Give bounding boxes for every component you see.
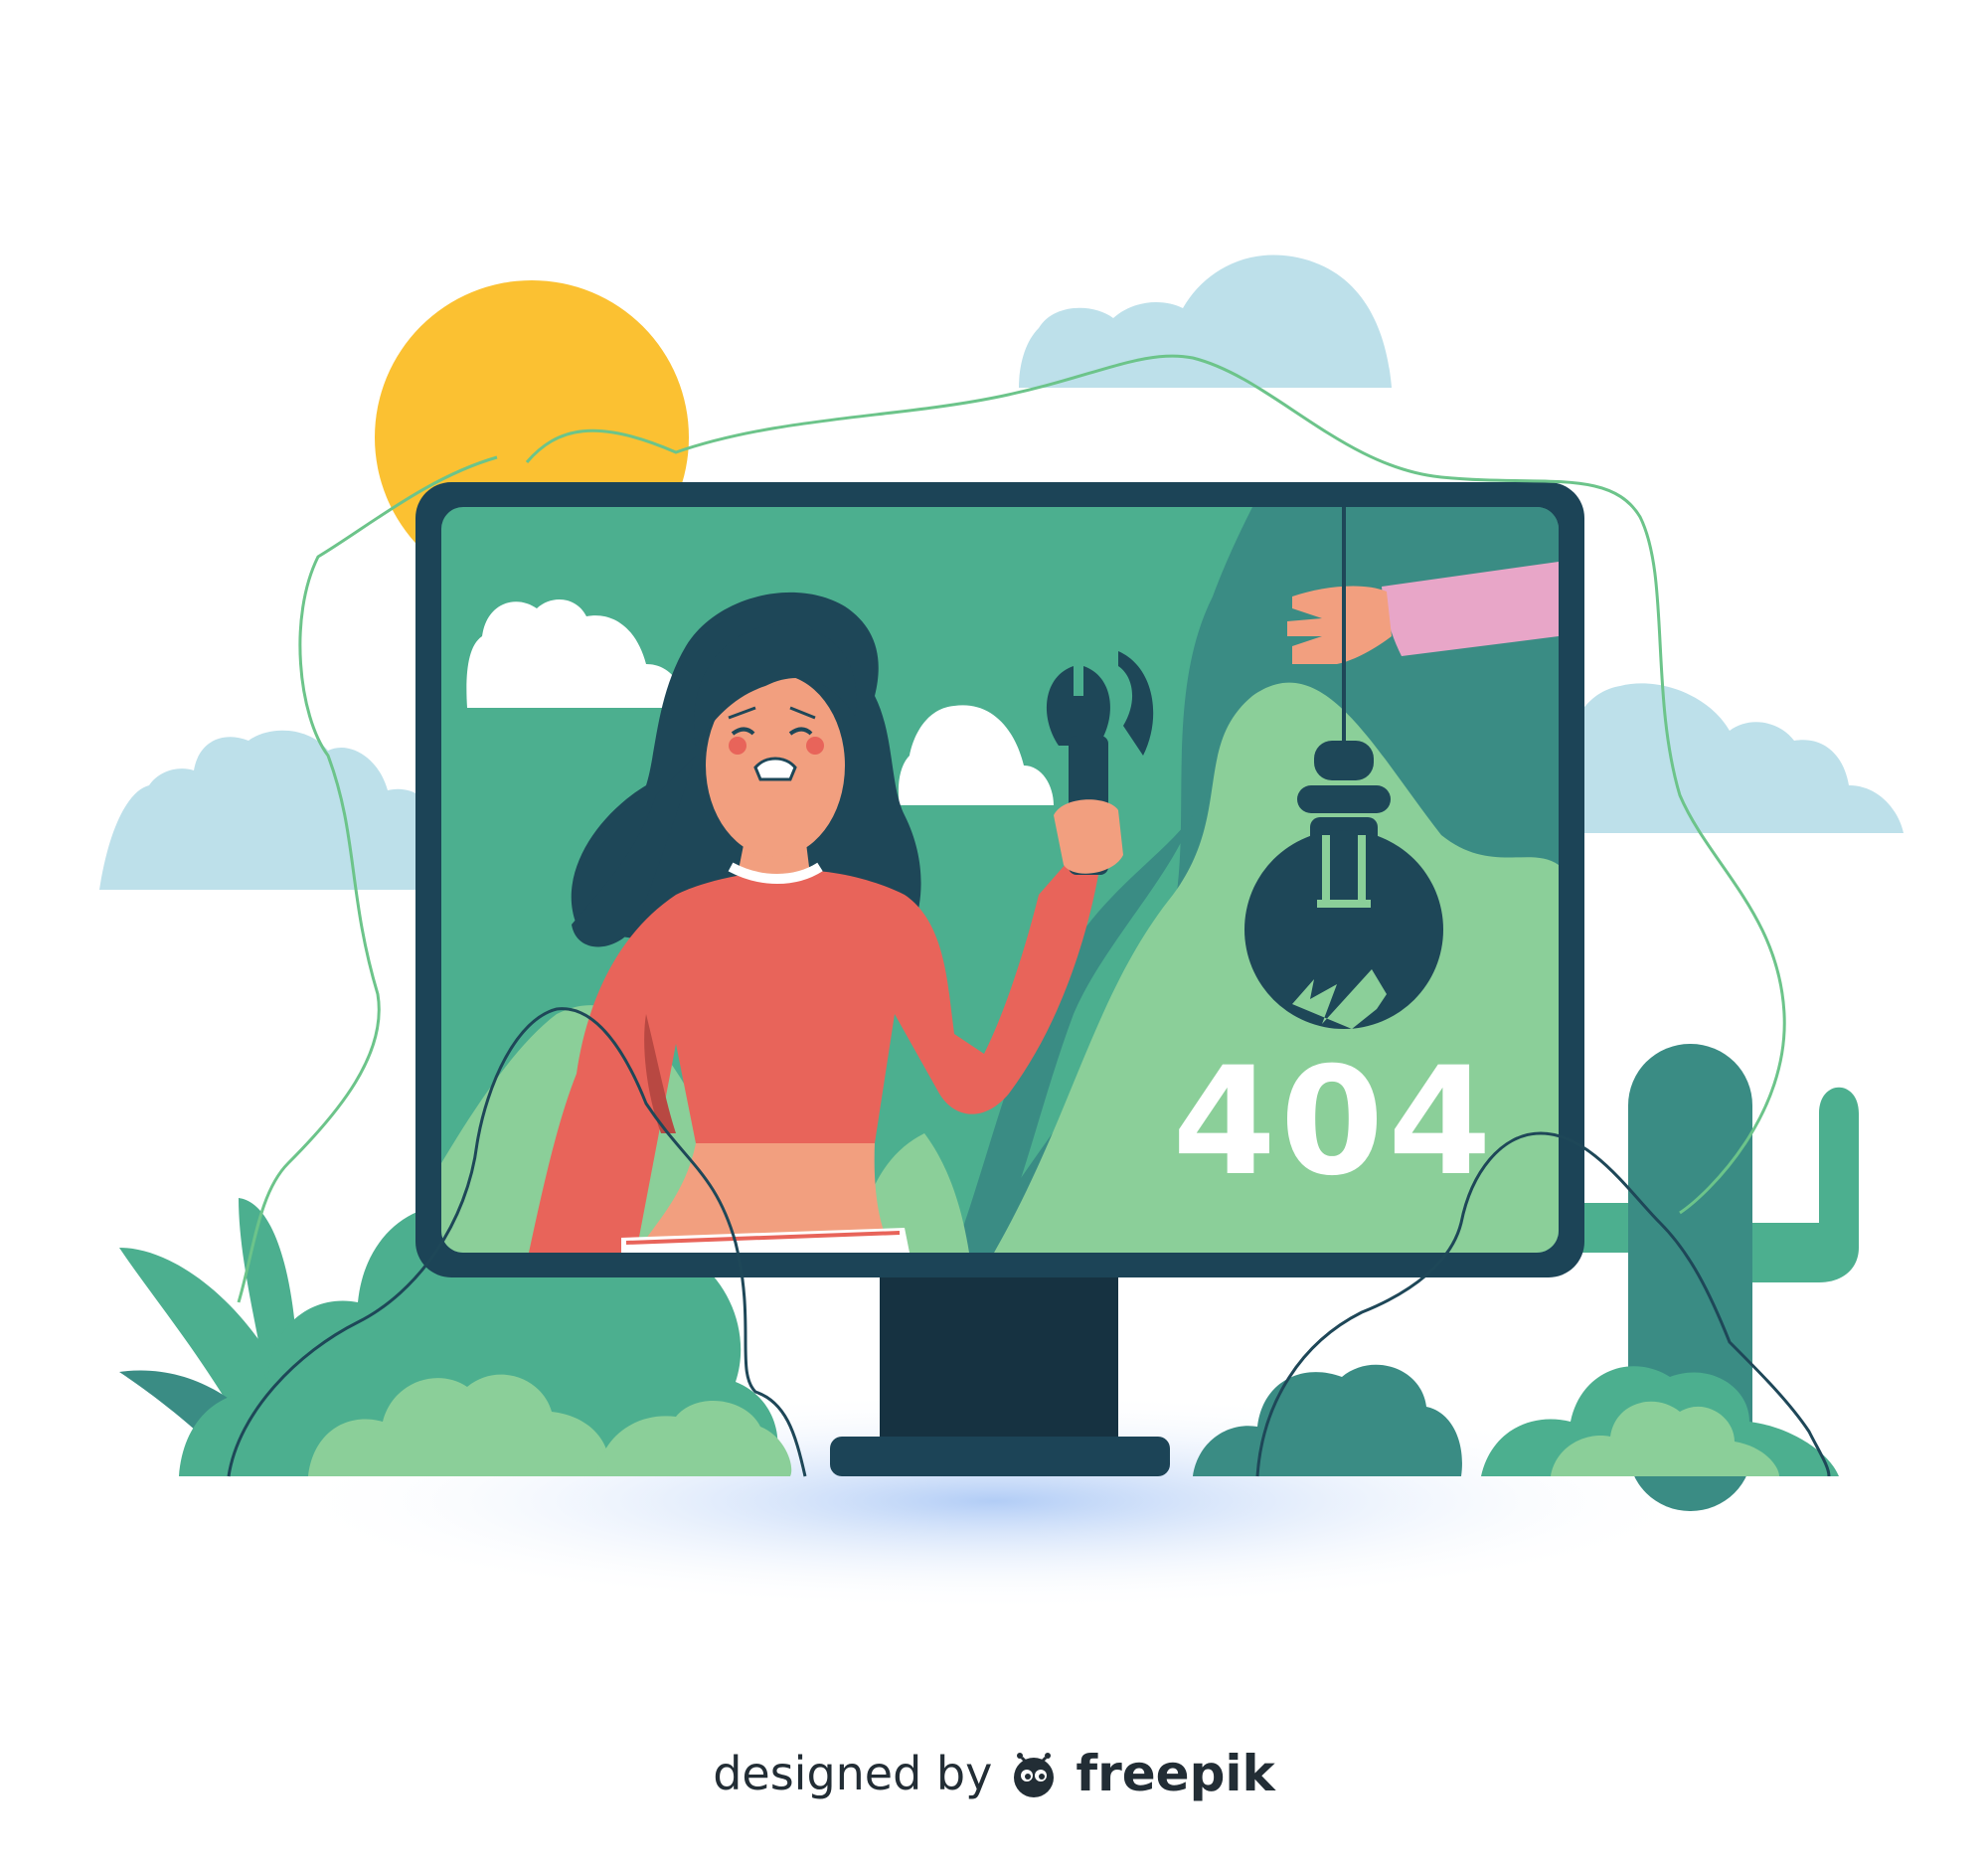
cloud-top-right — [1019, 255, 1392, 388]
error-code-text: 404 — [1172, 1036, 1495, 1209]
designed-by-label: designed by — [713, 1747, 993, 1800]
monitor-stand — [830, 1268, 1170, 1476]
monitor-screen: 404 — [441, 507, 1559, 1253]
freepik-brand-label: freepik — [1076, 1745, 1275, 1802]
designer-credit: designed by freepik — [0, 1745, 1988, 1802]
cloud-right — [1571, 683, 1904, 833]
freepik-logo-icon — [1014, 1753, 1055, 1797]
404-illustration: 404 — [99, 255, 1904, 1611]
cloud-left — [99, 730, 437, 890]
